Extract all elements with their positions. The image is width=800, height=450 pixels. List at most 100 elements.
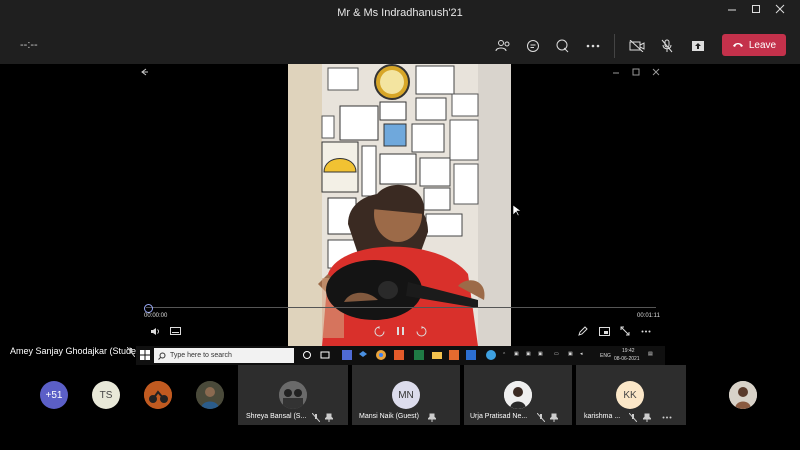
- reactions-button[interactable]: [553, 37, 573, 55]
- footer-bar: [0, 425, 800, 450]
- language-indicator[interactable]: ENG: [600, 353, 611, 359]
- taskbar-search-placeholder: Type here to search: [170, 352, 232, 359]
- app-icon-1[interactable]: [342, 350, 352, 360]
- tray-icon-3[interactable]: ▣: [538, 351, 543, 357]
- annotate-button[interactable]: [576, 324, 590, 338]
- miniview-button[interactable]: [597, 324, 611, 338]
- explorer-icon[interactable]: [432, 350, 442, 360]
- excel-icon[interactable]: [414, 350, 424, 360]
- mic-off-icon: [661, 39, 673, 53]
- camera-toggle-button[interactable]: [627, 37, 647, 55]
- dropbox-icon[interactable]: [358, 350, 368, 360]
- captions-icon: [169, 326, 181, 335]
- cortana-icon[interactable]: [302, 350, 312, 360]
- tray-icon-6[interactable]: ◂: [580, 351, 583, 357]
- start-icon[interactable]: [140, 350, 150, 360]
- video-frame[interactable]: [288, 64, 511, 346]
- clock-date: 08-06-2021: [614, 356, 640, 362]
- participant-avatar[interactable]: [504, 381, 532, 409]
- miniview-icon: [598, 326, 610, 336]
- volume-button[interactable]: [148, 324, 162, 338]
- close-button[interactable]: [775, 4, 797, 22]
- more-options-button[interactable]: [583, 37, 603, 55]
- current-time: 00:00:00: [144, 313, 168, 319]
- camera-off-icon: [629, 40, 645, 52]
- mic-off-icon: [312, 413, 322, 423]
- player-minimize-icon[interactable]: [612, 68, 620, 76]
- volume-icon: [151, 327, 160, 335]
- minimize-button[interactable]: [727, 4, 749, 22]
- participant-avatar[interactable]: [196, 381, 224, 409]
- participant-avatar[interactable]: TS: [92, 381, 120, 409]
- tray-icon-2[interactable]: ▣: [526, 351, 531, 357]
- share-button[interactable]: [688, 37, 708, 55]
- captions-button[interactable]: [168, 324, 182, 338]
- pause-button[interactable]: [393, 324, 407, 338]
- player-maximize-icon[interactable]: [632, 68, 640, 76]
- chrome-icon[interactable]: [376, 350, 386, 360]
- fullscreen-button[interactable]: [618, 324, 632, 338]
- app-icon-3[interactable]: [466, 350, 476, 360]
- window-title: Mr & Ms Indradhanush'21: [337, 7, 463, 19]
- toolbar-divider: [614, 34, 615, 58]
- progress-track[interactable]: [146, 307, 656, 308]
- taskbar-search-box[interactable]: Type here to search: [154, 348, 294, 363]
- more-icon: [641, 330, 651, 332]
- task-view-icon[interactable]: [320, 350, 330, 360]
- back-icon[interactable]: [140, 68, 148, 76]
- person-photo-icon: [504, 381, 532, 409]
- mic-toggle-button[interactable]: [657, 37, 677, 55]
- player-more-button[interactable]: [639, 324, 653, 338]
- rewind-button[interactable]: [372, 324, 386, 338]
- tray-chevron-icon[interactable]: ⌃: [502, 352, 506, 358]
- forward-icon: [416, 325, 426, 336]
- title-bar: Mr & Ms Indradhanush'21: [0, 0, 800, 28]
- people-button[interactable]: [493, 37, 513, 55]
- total-time: 00:01:11: [637, 313, 660, 319]
- progress-scrubber[interactable]: [144, 304, 153, 313]
- clock-time: 19:42: [622, 348, 635, 354]
- expand-icon: [620, 326, 630, 336]
- participant-avatar[interactable]: [279, 381, 307, 409]
- player-close-icon[interactable]: [652, 68, 660, 76]
- shared-content-stage: [0, 64, 800, 365]
- pin-icon[interactable]: [428, 413, 438, 423]
- pin-icon[interactable]: [325, 413, 335, 423]
- maximize-icon: [752, 5, 760, 13]
- motorcycle-photo-icon: [144, 381, 172, 409]
- pin-icon[interactable]: [643, 413, 653, 423]
- notification-icon[interactable]: ▤: [648, 351, 653, 357]
- reactions-icon: [556, 39, 569, 53]
- people-icon: [495, 40, 510, 52]
- chat-icon: [527, 40, 539, 52]
- participant-avatar[interactable]: [144, 381, 172, 409]
- tray-icon-5[interactable]: ▣: [568, 351, 573, 357]
- leave-label: Leave: [748, 39, 777, 51]
- more-icon: [586, 44, 600, 48]
- app-icon-4[interactable]: [486, 350, 496, 360]
- participant-name: Urja Pratisad Ne...: [470, 413, 528, 420]
- participants-strip: +51 TS Shreya Bansal (S... MN Mansi Naik…: [0, 365, 800, 425]
- person-photo-icon: [196, 381, 224, 409]
- app-icon-2[interactable]: [449, 350, 459, 360]
- participant-name: Shreya Bansal (S...: [246, 413, 307, 420]
- person-photo-icon: [729, 381, 757, 409]
- office-icon[interactable]: [394, 350, 404, 360]
- self-avatar[interactable]: [729, 381, 757, 409]
- search-icon: [158, 352, 166, 360]
- tray-icon-4[interactable]: ▭: [554, 351, 559, 357]
- maximize-button[interactable]: [751, 4, 773, 22]
- close-icon: [775, 4, 785, 14]
- phone-hangup-icon: [732, 43, 743, 47]
- chat-button[interactable]: [523, 37, 543, 55]
- mic-off-icon: [629, 413, 639, 423]
- tray-icon-1[interactable]: ▣: [514, 351, 519, 357]
- pin-icon[interactable]: [550, 413, 560, 423]
- performer-video-image: [288, 64, 511, 346]
- participant-avatar[interactable]: KK: [616, 381, 644, 409]
- overflow-participants-button[interactable]: +51: [40, 381, 68, 409]
- forward-button[interactable]: [414, 324, 428, 338]
- participant-avatar[interactable]: MN: [392, 381, 420, 409]
- leave-button[interactable]: Leave: [722, 34, 786, 56]
- presenter-mic-off-icon: [127, 347, 135, 357]
